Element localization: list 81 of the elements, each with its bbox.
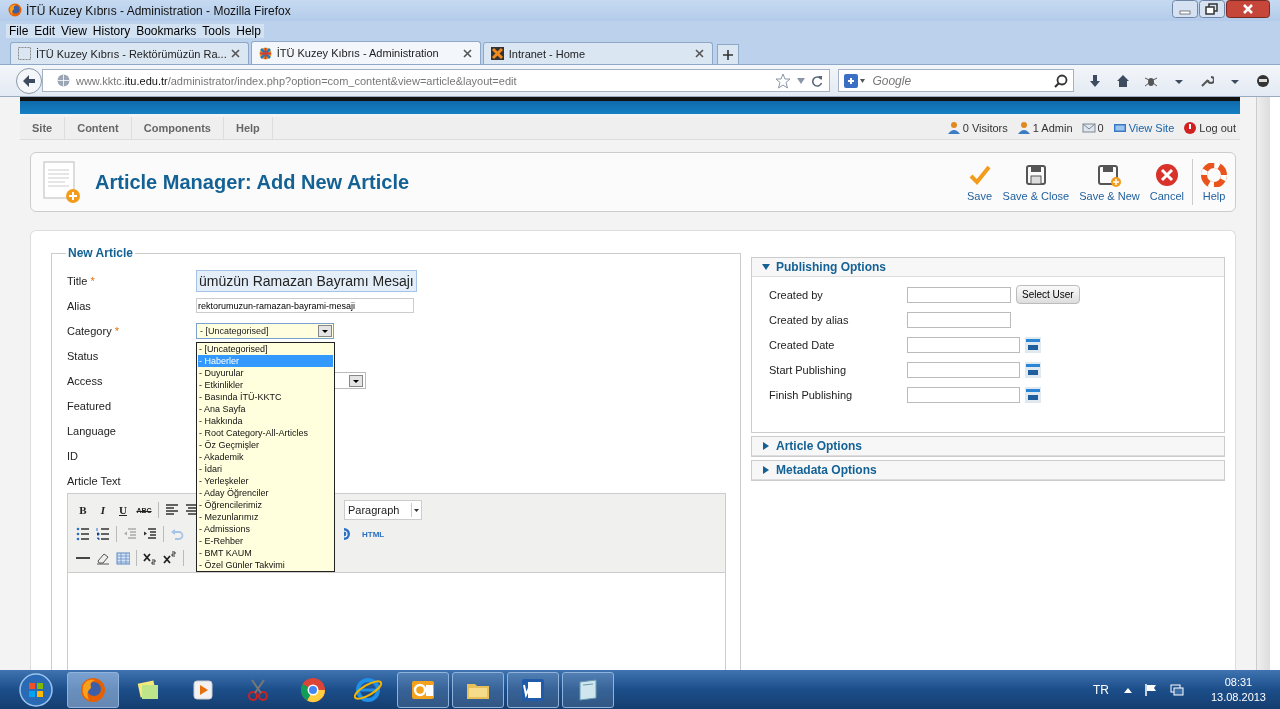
browser-tab[interactable]: İTÜ Kuzey Kıbrıs - Administration	[250, 41, 481, 64]
field-label: Category	[67, 324, 112, 337]
dropdown-option[interactable]: - [Uncategorised]	[198, 342, 333, 355]
toolbar-button[interactable]: Cancel	[1149, 160, 1184, 204]
field-label: Title	[67, 274, 88, 287]
url-text: www.kktc.itu.edu.tr/administrator/index.php?option=com_content&view=article&layout=edit	[75, 74, 517, 87]
menu-item[interactable]: Bookmarks	[133, 24, 200, 38]
panel-header[interactable]: Publishing Options	[752, 258, 1224, 277]
tab-title: İTÜ Kuzey Kıbrıs - Rektörümüzün Ra...	[36, 47, 227, 60]
toolbar-button[interactable]: Save & Close	[1002, 160, 1070, 204]
clock[interactable]: 08:31 13.08.2013	[1210, 674, 1266, 705]
browser-tab[interactable]: Intranet - Home	[482, 42, 713, 64]
address-bar[interactable]: www.kktc.itu.edu.tr/administrator/index.php?option=com_content&view=article&layout=edit	[41, 69, 831, 92]
window-title: İTÜ Kuzey Kıbrıs - Administration - Mozilla Firefox	[26, 3, 291, 19]
menu-item[interactable]: File	[6, 24, 32, 38]
title-field[interactable]: ümüzün Ramazan Bayramı Mesajı	[196, 269, 417, 292]
menu-item[interactable]: View	[58, 24, 90, 38]
html-button[interactable]: HTML	[362, 529, 385, 539]
field-label: Created by	[769, 288, 824, 301]
tab-title: İTÜ Kuzey Kıbrıs - Administration	[276, 47, 440, 59]
field-label: ID	[67, 449, 78, 462]
dropdown-option[interactable]: - E-Rehber	[198, 534, 333, 547]
browser-tab[interactable]: İTÜ Kuzey Kıbrıs - Rektörümüzün Ra...	[10, 42, 249, 64]
status-text: 0 Visitors	[962, 122, 1008, 134]
dropdown-option[interactable]: - Öğrencilerimiz	[198, 498, 333, 511]
panel-header[interactable]: Article Options	[752, 437, 1224, 456]
field-label: Created by alias	[769, 313, 850, 326]
dropdown-option[interactable]: - Mezunlarımız	[198, 510, 333, 523]
dropdown-option[interactable]: - İdari	[198, 462, 333, 475]
field-label: Language	[67, 424, 116, 437]
menu-item[interactable]: Edit	[31, 24, 59, 38]
admin-menu-item[interactable]: Site	[20, 117, 66, 139]
dropdown-option[interactable]: - Basında İTÜ-KKTC	[198, 390, 333, 403]
toolbar-button[interactable]: Save	[966, 160, 993, 204]
dropdown-option[interactable]: - Ana Sayfa	[198, 402, 333, 415]
field-label: Finish Publishing	[769, 388, 854, 401]
status-text: Log out	[1199, 122, 1236, 134]
field-label: Access	[67, 374, 103, 387]
field-label: Alias	[67, 299, 91, 312]
dropdown-option[interactable]: - Hakkında	[198, 414, 333, 427]
status-text: 1 Admin	[1032, 122, 1073, 134]
language-indicator[interactable]: TR	[1092, 682, 1109, 697]
admin-menu-item[interactable]: Help	[223, 117, 273, 139]
dropdown-option[interactable]: - BMT KAUM	[198, 546, 333, 559]
alias-field[interactable]: rektorumuzun-ramazan-bayrami-mesaji	[196, 298, 414, 313]
search-bar[interactable]: Google	[838, 69, 1074, 92]
dropdown-option[interactable]: - Akademik	[198, 450, 333, 463]
status-text: 0	[1097, 122, 1104, 134]
format-select[interactable]: Paragraph	[344, 500, 422, 520]
toolbar-button[interactable]: Help	[1201, 160, 1227, 204]
dropdown-option[interactable]: - Etkinlikler	[198, 378, 333, 391]
select-user-button[interactable]: Select User	[1016, 285, 1080, 304]
view-site-link[interactable]: View Site	[1128, 122, 1175, 134]
underline-button[interactable]: U	[116, 504, 130, 516]
dropdown-option[interactable]: - Root Category-All-Articles	[198, 426, 333, 439]
menu-item[interactable]: Help	[233, 24, 264, 38]
fieldset-legend: New Article	[66, 246, 135, 260]
menu-item[interactable]: Tools	[199, 24, 234, 38]
field-label: Featured	[67, 399, 112, 412]
bold-button[interactable]: B	[76, 504, 90, 516]
dropdown-option[interactable]: - Özel Günler Takvimi	[198, 558, 333, 571]
admin-menu-item[interactable]: Content	[65, 117, 132, 139]
dropdown-option[interactable]: - Yerleşkeler	[198, 474, 333, 487]
panel-header[interactable]: Metadata Options	[752, 461, 1224, 480]
dropdown-option[interactable]: - Öz Geçmişler	[198, 438, 333, 451]
required-mark: *	[114, 324, 119, 337]
category-select[interactable]: - [Uncategorised]	[196, 322, 334, 339]
dropdown-option[interactable]: - Duyurular	[198, 366, 333, 379]
page-title: Article Manager: Add New Article	[95, 170, 410, 194]
dropdown-option[interactable]: - Aday Öğrenciler	[198, 486, 333, 499]
required-mark: *	[90, 274, 95, 287]
tab-title: Intranet - Home	[508, 47, 587, 60]
admin-menu-item[interactable]: Components	[131, 117, 224, 139]
field-label: Created Date	[769, 338, 836, 351]
italic-button[interactable]: I	[96, 504, 110, 516]
field-label: Start Publishing	[769, 363, 848, 376]
field-label: Article Text	[67, 474, 121, 487]
toolbar-button[interactable]: Save & New	[1079, 160, 1140, 204]
field-label: Status	[67, 349, 99, 362]
dropdown-option[interactable]: - Admissions	[198, 522, 333, 535]
menu-item[interactable]: History	[89, 24, 134, 38]
